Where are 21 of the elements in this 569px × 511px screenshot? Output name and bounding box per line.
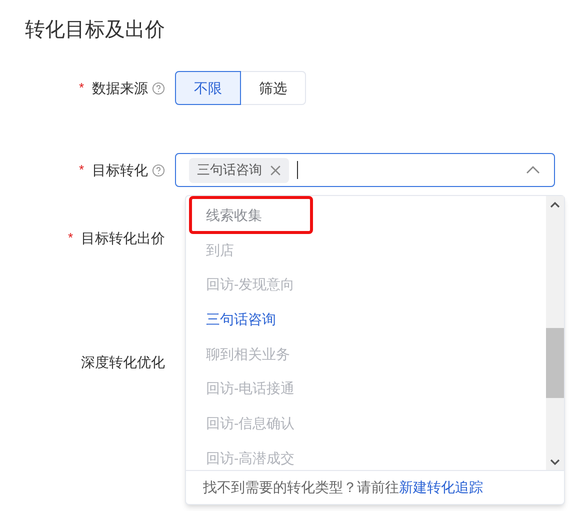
field-label: 深度转化优化 [81,352,165,372]
dropdown-option[interactable]: 线索收集 [186,198,546,233]
required-mark: * [68,229,73,248]
field-label: 目标转化 [92,160,148,180]
required-mark: * [78,79,84,98]
scrollbar[interactable] [546,196,564,470]
section-title: 转化目标及出价 [25,18,165,43]
footer-text: 找不到需要的转化类型？请前往 [203,478,399,497]
segment-tab[interactable]: 筛选 [240,71,306,105]
scroll-down-icon[interactable] [550,459,560,466]
field-label: 数据来源 [92,78,148,98]
selected-tag: 三句话咨询 [189,158,289,182]
segment-tab[interactable]: 不限 [175,71,241,105]
scroll-up-icon[interactable] [550,201,560,208]
dropdown-option[interactable]: 三句话咨询 [186,302,546,337]
close-icon[interactable] [270,164,281,176]
field-label: 目标转化出价 [81,228,165,248]
text-cursor [297,161,298,179]
select-field[interactable]: 三句话咨询 [175,153,555,187]
required-mark: * [78,161,84,180]
create-link[interactable]: 新建转化追踪 [399,477,483,498]
